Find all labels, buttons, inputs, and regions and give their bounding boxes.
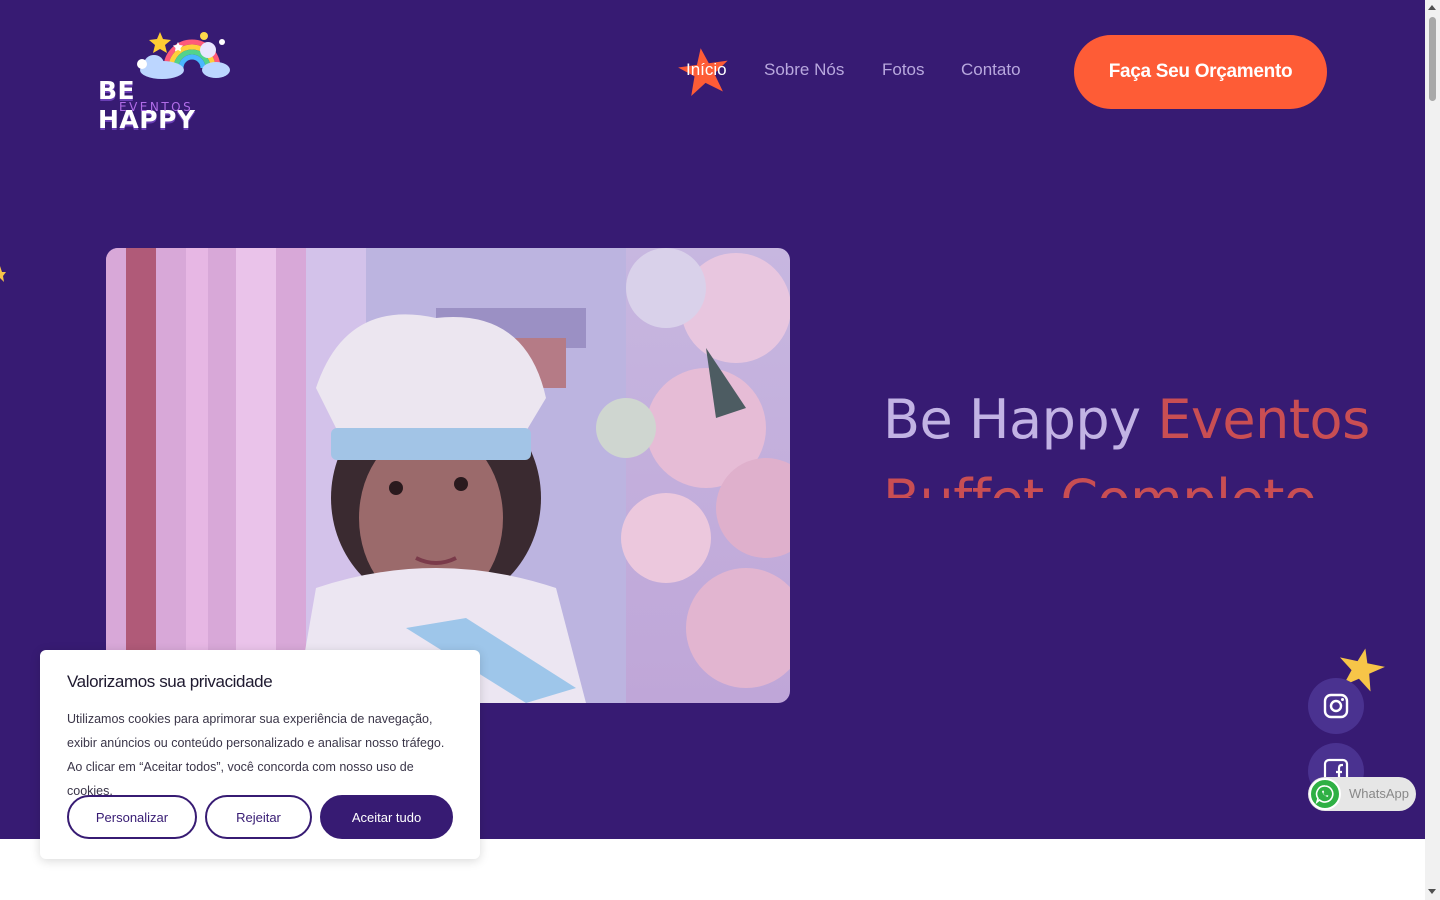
- scrollbar[interactable]: [1425, 0, 1440, 900]
- instagram-button[interactable]: [1308, 678, 1364, 734]
- whatsapp-label: WhatsApp: [1349, 786, 1409, 801]
- nav-item-contato[interactable]: Contato: [961, 58, 1021, 82]
- decorative-star-icon: [0, 266, 6, 282]
- page: BE HAPPY EVENTOS Início Sobre Nós Fotos …: [0, 0, 1425, 900]
- nav-item-sobre-nos[interactable]: Sobre Nós: [764, 58, 844, 82]
- whatsapp-icon[interactable]: [1309, 778, 1341, 810]
- hero-photo-image: [106, 248, 790, 703]
- hero-title-part1: Be Happy: [883, 388, 1141, 451]
- hero-title: Be Happy Eventos: [883, 388, 1370, 452]
- nav-item-inicio[interactable]: Início: [686, 58, 727, 82]
- cookie-consent-banner: Valorizamos sua privacidade Utilizamos c…: [40, 650, 480, 859]
- scroll-up-icon[interactable]: [1428, 5, 1436, 10]
- hero-subtitle: Buffet Completo: [883, 468, 1317, 498]
- hero-photo: [106, 248, 790, 703]
- accept-all-button[interactable]: Aceitar tudo: [320, 795, 453, 839]
- hero-subtitle-mask: Buffet Completo: [883, 462, 1353, 498]
- quote-button[interactable]: Faça Seu Orçamento: [1074, 35, 1327, 109]
- hero-title-part2: Eventos: [1157, 388, 1370, 451]
- nav-item-fotos[interactable]: Fotos: [882, 58, 925, 82]
- scroll-down-icon[interactable]: [1428, 889, 1436, 894]
- cookie-text: Utilizamos cookies para aprimorar sua ex…: [67, 712, 445, 798]
- scroll-thumb[interactable]: [1429, 17, 1436, 101]
- reject-button[interactable]: Rejeitar: [205, 795, 312, 839]
- instagram-icon: [1323, 693, 1349, 719]
- customize-button[interactable]: Personalizar: [67, 795, 197, 839]
- cookie-title: Valorizamos sua privacidade: [67, 672, 273, 691]
- logo-subtext: EVENTOS: [119, 100, 194, 114]
